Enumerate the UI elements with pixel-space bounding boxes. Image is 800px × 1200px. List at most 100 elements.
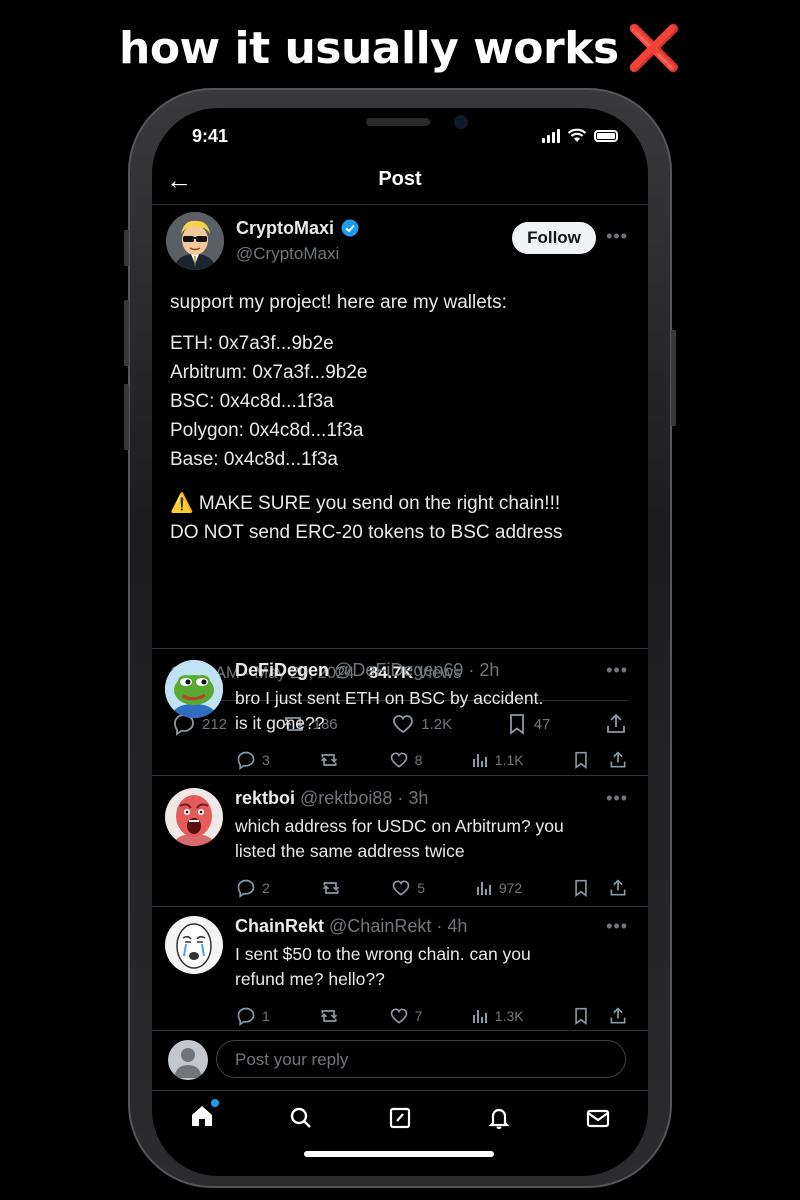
reply-text: I sent $50 to the wrong chain. can you re… <box>235 942 531 992</box>
reply-author-name[interactable]: DeFiDegen <box>235 660 329 680</box>
share-icon[interactable] <box>608 1006 628 1026</box>
status-bar: 9:41 <box>152 126 648 152</box>
more-options-icon[interactable]: ••• <box>606 916 628 937</box>
reply-count: 3 <box>262 752 270 768</box>
warning-line-1: ⚠️ MAKE SURE you send on the right chain… <box>170 493 561 514</box>
views-action[interactable]: 972 <box>475 879 522 897</box>
reply-action[interactable]: 1 <box>236 1006 270 1026</box>
divider <box>152 906 648 907</box>
reply-input[interactable]: Post your reply <box>216 1040 626 1078</box>
follow-button[interactable]: Follow <box>512 222 596 254</box>
divider <box>152 775 648 776</box>
share-icon[interactable] <box>608 750 628 770</box>
notification-dot <box>210 1098 219 1107</box>
page-title: Post <box>378 168 422 190</box>
heart-icon <box>390 752 407 768</box>
reply-composer: Post your reply <box>168 1040 628 1080</box>
share-icon[interactable] <box>608 878 628 898</box>
red-cross-icon: ❌ <box>626 23 682 74</box>
reply-text-line: refund me? hello?? <box>235 969 385 989</box>
more-options-icon[interactable]: ••• <box>606 660 628 681</box>
reply-text: which address for USDC on Arbitrum? you l… <box>235 814 564 864</box>
reply-bubble-icon <box>237 751 255 770</box>
phone-power-button <box>671 330 676 426</box>
repost-icon <box>321 1010 338 1022</box>
views-count: 972 <box>498 880 523 896</box>
home-indicator[interactable] <box>304 1151 494 1157</box>
user-avatar-icon[interactable] <box>168 1040 208 1080</box>
wallet-line: Polygon: 0x4c8d...1f3a <box>170 420 364 441</box>
views-count: 1.1K <box>494 752 524 768</box>
reply-handle[interactable]: @ChainRekt · 4h <box>329 916 467 936</box>
reply-text: bro I just sent ETH on BSC by accident. i… <box>235 686 543 736</box>
tab-home[interactable] <box>189 1098 219 1134</box>
divider <box>152 648 648 649</box>
repost-action[interactable] <box>318 750 340 770</box>
heart-icon <box>390 1008 407 1024</box>
share-action[interactable] <box>604 712 628 736</box>
views-chart-icon <box>472 754 487 767</box>
reply-action[interactable]: 2 <box>236 878 270 898</box>
bottom-tab-bar <box>152 1098 648 1138</box>
repost-action[interactable] <box>320 878 342 898</box>
wallet-line: BSC: 0x4c8d...1f3a <box>170 391 334 412</box>
views-action[interactable]: 1.3K <box>471 1007 524 1025</box>
reply-author-name[interactable]: ChainRekt <box>235 916 324 936</box>
reply-action-bar: 3 8 1.1K <box>236 750 628 770</box>
reply-handle[interactable]: @rektboi88 · 3h <box>300 788 428 808</box>
views-count: 1.3K <box>494 1008 524 1024</box>
crying-wojak-avatar-icon[interactable] <box>165 916 223 974</box>
like-action[interactable]: 5 <box>391 878 425 898</box>
cryptomaxi-avatar-icon[interactable] <box>166 212 224 270</box>
reply-count: 2 <box>262 880 270 896</box>
reply-meta: ChainRekt @ChainRekt · 4h <box>235 916 467 937</box>
warning-line-2: DO NOT send ERC-20 tokens to BSC address <box>170 522 563 543</box>
reply-handle[interactable]: @DeFiDegen69 · 2h <box>334 660 499 680</box>
mail-icon[interactable] <box>585 1105 611 1131</box>
reply-meta: DeFiDegen @DeFiDegen69 · 2h <box>235 660 499 681</box>
more-options-icon[interactable]: ••• <box>606 788 628 809</box>
like-count: 7 <box>414 1008 423 1024</box>
bookmark-icon[interactable] <box>572 1006 590 1026</box>
wallet-line: Arbitrum: 0x7a3f...9b2e <box>170 362 368 383</box>
compose-icon[interactable] <box>387 1105 413 1131</box>
phone-screen: 9:41 ← Post CryptoMaxi @CryptoMaxi Follo… <box>152 108 648 1176</box>
like-count: 5 <box>417 880 426 896</box>
reply-action-bar: 1 7 1.3K <box>236 1006 628 1026</box>
home-icon <box>191 1105 212 1126</box>
reply-author-name[interactable]: rektboi <box>235 788 295 808</box>
repost-action[interactable] <box>318 1006 340 1026</box>
repost-icon <box>322 882 339 894</box>
wifi-icon <box>567 128 587 142</box>
frog-avatar-icon[interactable] <box>165 660 223 718</box>
like-action[interactable]: 8 <box>389 750 422 770</box>
more-options-icon[interactable]: ••• <box>606 226 628 247</box>
divider <box>152 1090 648 1091</box>
reply-action-bar: 2 5 972 <box>236 878 628 898</box>
headline-text: how it usually works <box>119 23 619 74</box>
reply-meta: rektboi @rektboi88 · 3h <box>235 788 428 809</box>
views-chart-icon <box>476 882 491 895</box>
author-name[interactable]: CryptoMaxi <box>236 218 334 238</box>
bookmark-icon[interactable] <box>572 878 590 898</box>
like-action[interactable]: 7 <box>389 1006 423 1026</box>
reply-text-line: is it gone?? <box>235 713 325 733</box>
author-handle[interactable]: @CryptoMaxi <box>236 244 339 264</box>
phone-volume-down-button <box>124 384 129 450</box>
screaming-face-avatar-icon[interactable] <box>165 788 223 846</box>
bookmark-icon[interactable] <box>572 750 590 770</box>
reply-text-line: which address for USDC on Arbitrum? you <box>235 816 564 836</box>
headline: how it usually works ❌ <box>0 22 800 74</box>
bell-icon[interactable] <box>486 1105 512 1131</box>
battery-icon <box>594 129 618 142</box>
repost-icon <box>321 754 338 766</box>
phone-mute-switch <box>124 230 129 266</box>
post-body: support my project! here are my wallets:… <box>170 288 640 547</box>
reply-count: 212 <box>202 715 228 733</box>
verified-badge-icon <box>341 219 359 237</box>
reply-action[interactable]: 3 <box>236 750 270 770</box>
reply-text-line: listed the same address twice <box>235 841 465 861</box>
views-action[interactable]: 1.1K <box>471 751 524 769</box>
search-icon[interactable] <box>288 1105 314 1131</box>
top-nav: ← Post <box>152 164 648 205</box>
